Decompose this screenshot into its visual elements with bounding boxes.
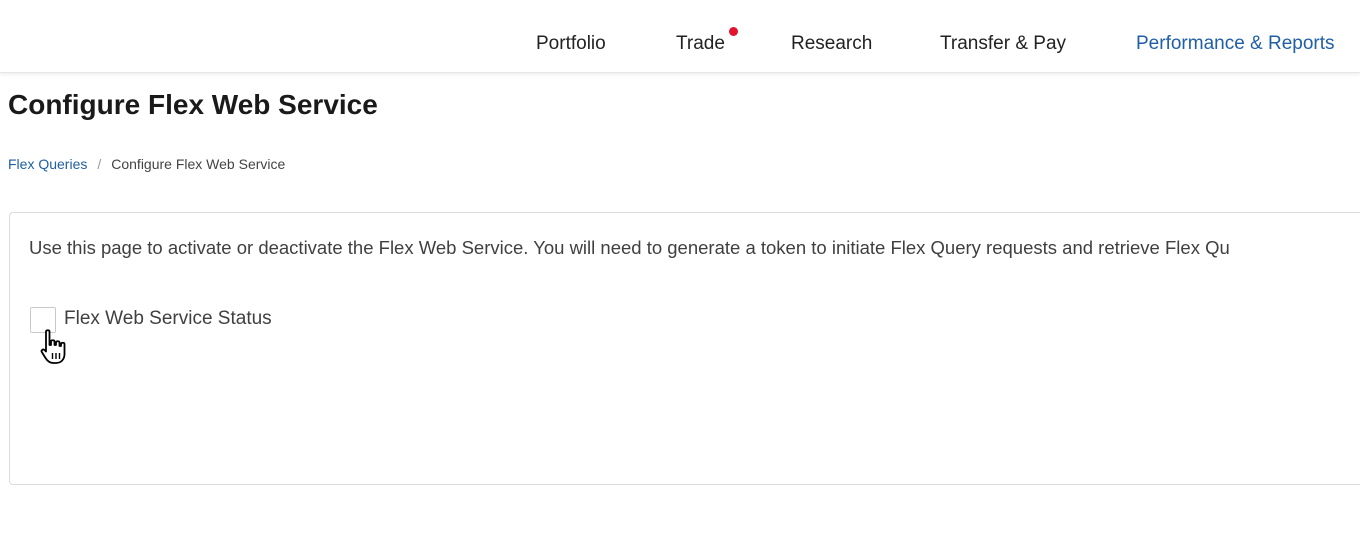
nav-item-performance-reports[interactable]: Performance & Reports bbox=[1136, 33, 1335, 55]
nav-item-trade[interactable]: Trade bbox=[676, 33, 725, 55]
hand-pointer-icon bbox=[40, 329, 66, 364]
page-title: Configure Flex Web Service bbox=[8, 89, 378, 120]
breadcrumb-flex-queries-link[interactable]: Flex Queries bbox=[8, 156, 87, 172]
breadcrumb-separator: / bbox=[97, 156, 102, 172]
breadcrumb: Flex Queries / Configure Flex Web Service bbox=[8, 155, 285, 173]
panel-intro-text: Use this page to activate or deactivate … bbox=[29, 237, 1230, 258]
breadcrumb-current: Configure Flex Web Service bbox=[111, 156, 286, 172]
nav-item-portfolio[interactable]: Portfolio bbox=[536, 33, 606, 55]
top-navigation: Portfolio Trade Research Transfer & Pay … bbox=[0, 0, 1360, 73]
flex-web-service-status-label[interactable]: Flex Web Service Status bbox=[64, 308, 272, 330]
nav-item-transfer-pay[interactable]: Transfer & Pay bbox=[940, 33, 1066, 55]
trade-notification-dot bbox=[729, 27, 738, 36]
nav-item-research[interactable]: Research bbox=[791, 33, 872, 55]
